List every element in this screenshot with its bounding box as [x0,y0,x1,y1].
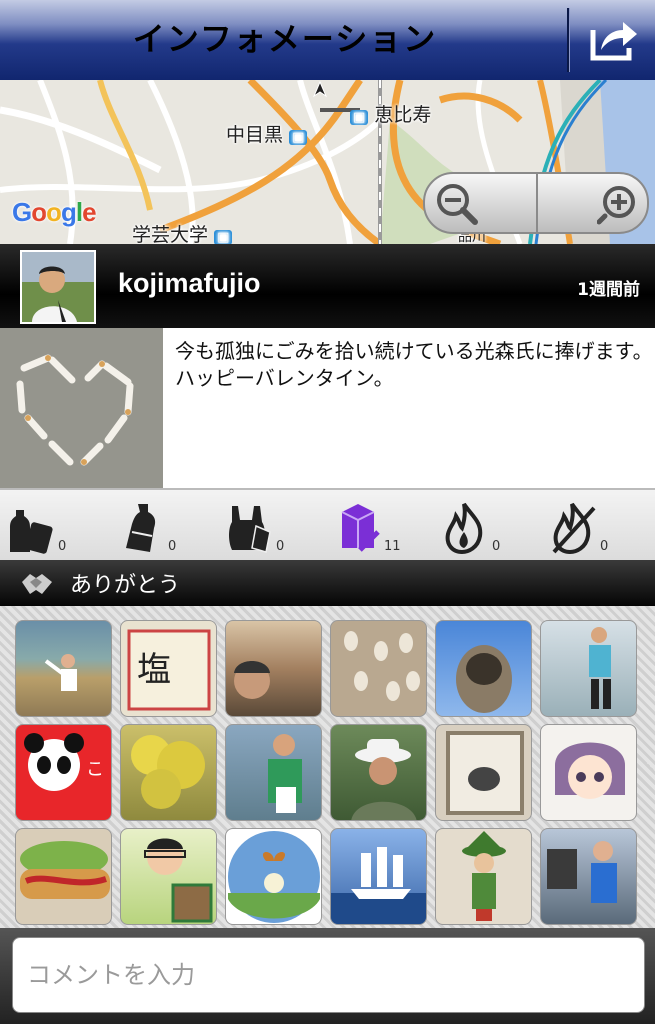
station-icon: ▣ [214,230,233,244]
station-icon: ▣ [289,130,308,145]
thumb-image [44,654,77,691]
stat-plastic-bag[interactable]: 0 [226,502,286,554]
zoom-out-button[interactable] [433,180,481,228]
user-thumb-yellow-tree[interactable] [120,724,217,821]
stat-can-bottle[interactable]: 0 [8,502,68,554]
station-icon: ▣ [350,110,369,125]
map-label-ebisu: ▣ 恵比寿 [350,100,431,127]
stat-count: 0 [168,539,177,554]
thumb-image [228,831,320,923]
thumb-image [234,661,270,699]
thumb-image [144,838,213,923]
user-thumb-anime-girl[interactable] [540,724,637,821]
stat-plastic-bottle[interactable]: 0 [118,502,178,554]
garbage-stats: 0 0 0 11 0 0 [0,488,655,560]
stat-count: 11 [384,539,401,554]
thumb-image [547,841,617,903]
user-thumb-burger[interactable] [15,828,112,925]
user-thumb-festival-cosplay[interactable] [540,828,637,925]
avatar-photo [22,252,94,322]
user-thumb-pussy-willow[interactable] [330,620,427,717]
user-thumb-cartoon-man-dog[interactable] [120,828,217,925]
map-label-nakameguro: 中目黒 ▣ [226,120,308,147]
navigation-bar: インフォメーション [0,0,655,80]
thumb-image [456,645,512,713]
stat-count: 0 [276,539,285,554]
plastic-bag-icon [229,506,271,553]
burnable-icon [445,502,483,555]
user-header [0,244,655,328]
user-thumb-volunteer-vest[interactable] [225,724,322,821]
avatar[interactable] [20,250,96,324]
plastic-bottle-icon [126,504,156,552]
stat-count: 0 [492,539,501,554]
zoom-separator [536,174,538,232]
share-icon [590,22,637,61]
stat-burnable[interactable]: 0 [442,502,502,555]
svg-text:塩: 塩 [137,650,171,690]
map-view[interactable]: ▣ 恵比寿 中目黒 ▣ 学芸大学 ▣ 品川 Google [0,80,655,244]
user-thumb-butterfly-flower[interactable] [225,828,322,925]
thumb-image [268,734,302,813]
user-thumb-runner[interactable] [540,620,637,717]
thumb-image [446,731,524,815]
paper-carton-icon [341,504,380,552]
thumb-image [462,831,506,921]
can-bottle-icon [10,510,53,554]
share-button[interactable] [575,8,649,72]
zoom-controls [423,172,649,234]
thumb-image [555,742,625,799]
thanked-users-grid: 塩 こ [0,606,655,932]
zoom-out-icon [437,184,478,225]
handshake-icon [22,574,52,594]
zoom-in-icon [597,186,635,225]
user-thumb-pug-dog[interactable] [435,620,532,717]
comment-input[interactable] [12,937,645,1013]
user-thumb-selfie-cap[interactable] [225,620,322,717]
user-thumb-salt-package[interactable]: 塩 [120,620,217,717]
user-thumb-sailing-ship[interactable] [330,828,427,925]
map-label-gakugeidaigaku: 学芸大学 ▣ [132,220,233,244]
thumb-image [589,627,611,709]
user-thumb-man-white-hat[interactable] [330,724,427,821]
thumb-image [131,735,205,809]
user-thumb-framed-painting[interactable] [435,724,532,821]
thumb-image [351,739,417,820]
post-photo[interactable] [0,328,163,488]
thumb-image [331,847,426,924]
thanks-label: ありがとう [70,573,181,598]
google-logo: Google [12,197,97,227]
username[interactable]: kojimafujio [118,268,261,299]
svg-text:こ: こ [86,759,104,780]
stat-count: 0 [58,539,67,554]
zoom-in-button[interactable] [597,180,645,228]
stat-non-burnable[interactable]: 0 [550,502,610,555]
thumb-image: 塩 [127,629,211,711]
user-thumb-baseball-player[interactable] [15,620,112,717]
stat-paper-carton[interactable]: 11 [334,502,401,554]
user-thumb-panda-kokoro[interactable]: こ [15,724,112,821]
user-thumb-gnome-figure[interactable] [435,828,532,925]
thumb-image [344,631,420,701]
thumb-image [20,841,110,899]
cigarette-heart-image [0,328,163,488]
nav-divider [567,8,570,72]
non-burnable-icon [552,502,596,555]
stat-count: 0 [600,539,609,554]
post-time: 1週間前 [577,280,640,300]
post-text: 今も孤独にごみを拾い続けている光森氏に捧げます。ハッピーバレンタイン。 [175,339,653,390]
page-title: インフォメーション [132,20,438,58]
thumb-image: こ [24,733,104,791]
